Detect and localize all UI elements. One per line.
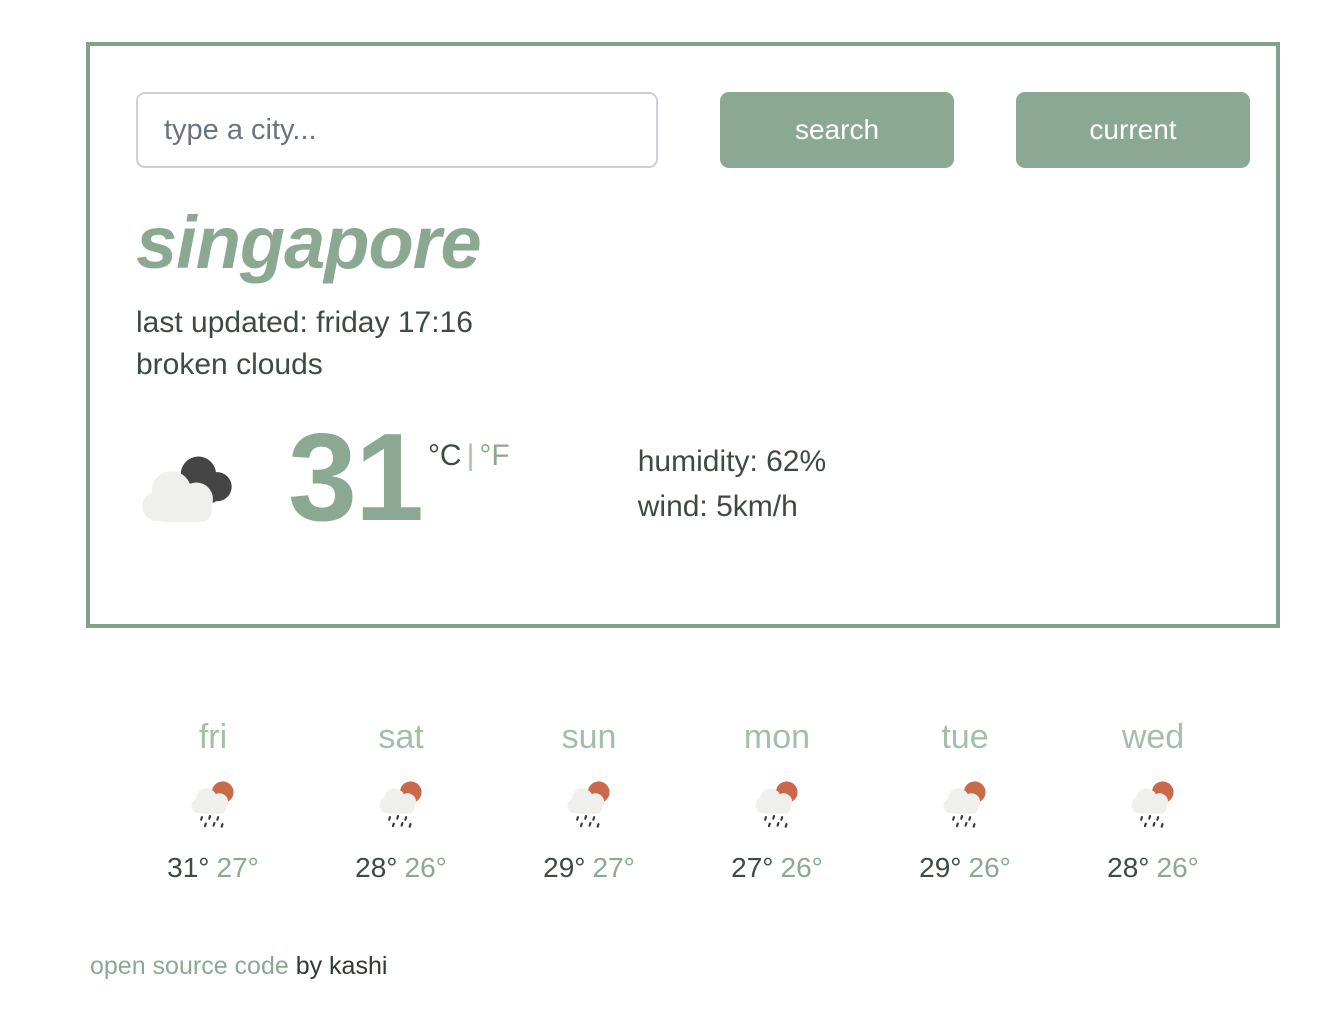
forecast-low-temp: 27°	[592, 852, 635, 883]
forecast-day-name: wed	[1121, 718, 1185, 756]
current-readings: 31 °C | °F humidity: 62% wind: 5km/h	[136, 408, 1276, 547]
search-input[interactable]	[136, 92, 658, 168]
forecast-day-name: sat	[378, 718, 424, 756]
rain-sun-icon	[943, 781, 986, 828]
temperature-value: 31	[288, 408, 424, 547]
forecast-day-temps: 28° 26°	[1060, 852, 1246, 884]
forecast-low-temp: 26°	[404, 852, 447, 883]
broken-clouds-icon	[142, 456, 232, 522]
last-updated-text: last updated: friday 17:16	[136, 305, 473, 339]
forecast-day-temps: 29° 27°	[496, 852, 682, 884]
unit-toggle[interactable]: °C | °F	[428, 439, 510, 473]
humidity-text: humidity: 62%	[637, 444, 827, 478]
forecast-day-temps: 27° 26°	[684, 852, 870, 884]
unit-fahrenheit[interactable]: °F	[479, 439, 509, 472]
forecast-high-temp: 28°	[1107, 852, 1150, 883]
forecast-day: sun 29° 27°	[496, 720, 682, 884]
forecast-day-name: sun	[561, 718, 617, 756]
forecast-low-temp: 27°	[216, 852, 259, 883]
forecast-high-temp: 31°	[167, 852, 210, 883]
search-button[interactable]: search	[720, 92, 954, 168]
city-name: singapore	[136, 201, 482, 284]
unit-separator: |	[466, 438, 475, 472]
forecast-low-temp: 26°	[968, 852, 1011, 883]
forecast-high-temp: 27°	[731, 852, 774, 883]
current-weather-card: search current singapore last updated: f…	[86, 42, 1280, 628]
forecast-high-temp: 28°	[355, 852, 398, 883]
forecast-high-temp: 29°	[543, 852, 586, 883]
current-stats: humidity: 62% wind: 5km/h	[638, 439, 826, 530]
current-location-button[interactable]: current	[1016, 92, 1250, 168]
condition-text: broken clouds	[136, 348, 323, 382]
forecast-day: fri 31° 27°	[120, 720, 306, 884]
current-meta: last updated: friday 17:16 broken clouds	[136, 302, 1276, 387]
open-source-code-link[interactable]: open source code	[90, 952, 289, 980]
weather-app-page: search current singapore last updated: f…	[0, 0, 1342, 1026]
forecast-card: fri 31° 27° sat 28° 26° sun 29° 27° mon …	[86, 674, 1280, 930]
footer: open source code by kashi	[90, 952, 1280, 981]
forecast-day-temps: 29° 26°	[872, 852, 1058, 884]
rain-sun-icon	[1131, 781, 1174, 828]
forecast-day-temps: 28° 26°	[308, 852, 494, 884]
forecast-day-name: fri	[198, 718, 228, 756]
forecast-day-name: mon	[743, 718, 811, 756]
forecast-low-temp: 26°	[1156, 852, 1199, 883]
temperature-group: 31 °C | °F	[136, 408, 510, 547]
forecast-low-temp: 26°	[780, 852, 823, 883]
forecast-day-temps: 31° 27°	[120, 852, 306, 884]
rain-sun-icon	[191, 781, 234, 828]
search-row: search current	[136, 92, 1276, 168]
forecast-day: sat 28° 26°	[308, 720, 494, 884]
rain-sun-icon	[567, 781, 610, 828]
forecast-day: mon 27° 26°	[684, 720, 870, 884]
forecast-day: tue 29° 26°	[872, 720, 1058, 884]
forecast-day: wed 28° 26°	[1060, 720, 1246, 884]
wind-text: wind: 5km/h	[637, 490, 798, 524]
forecast-high-temp: 29°	[919, 852, 962, 883]
unit-celsius[interactable]: °C	[428, 439, 462, 472]
forecast-day-name: tue	[941, 718, 989, 756]
rain-sun-icon	[379, 781, 422, 828]
rain-sun-icon	[755, 781, 798, 828]
footer-author: by kashi	[288, 952, 388, 980]
